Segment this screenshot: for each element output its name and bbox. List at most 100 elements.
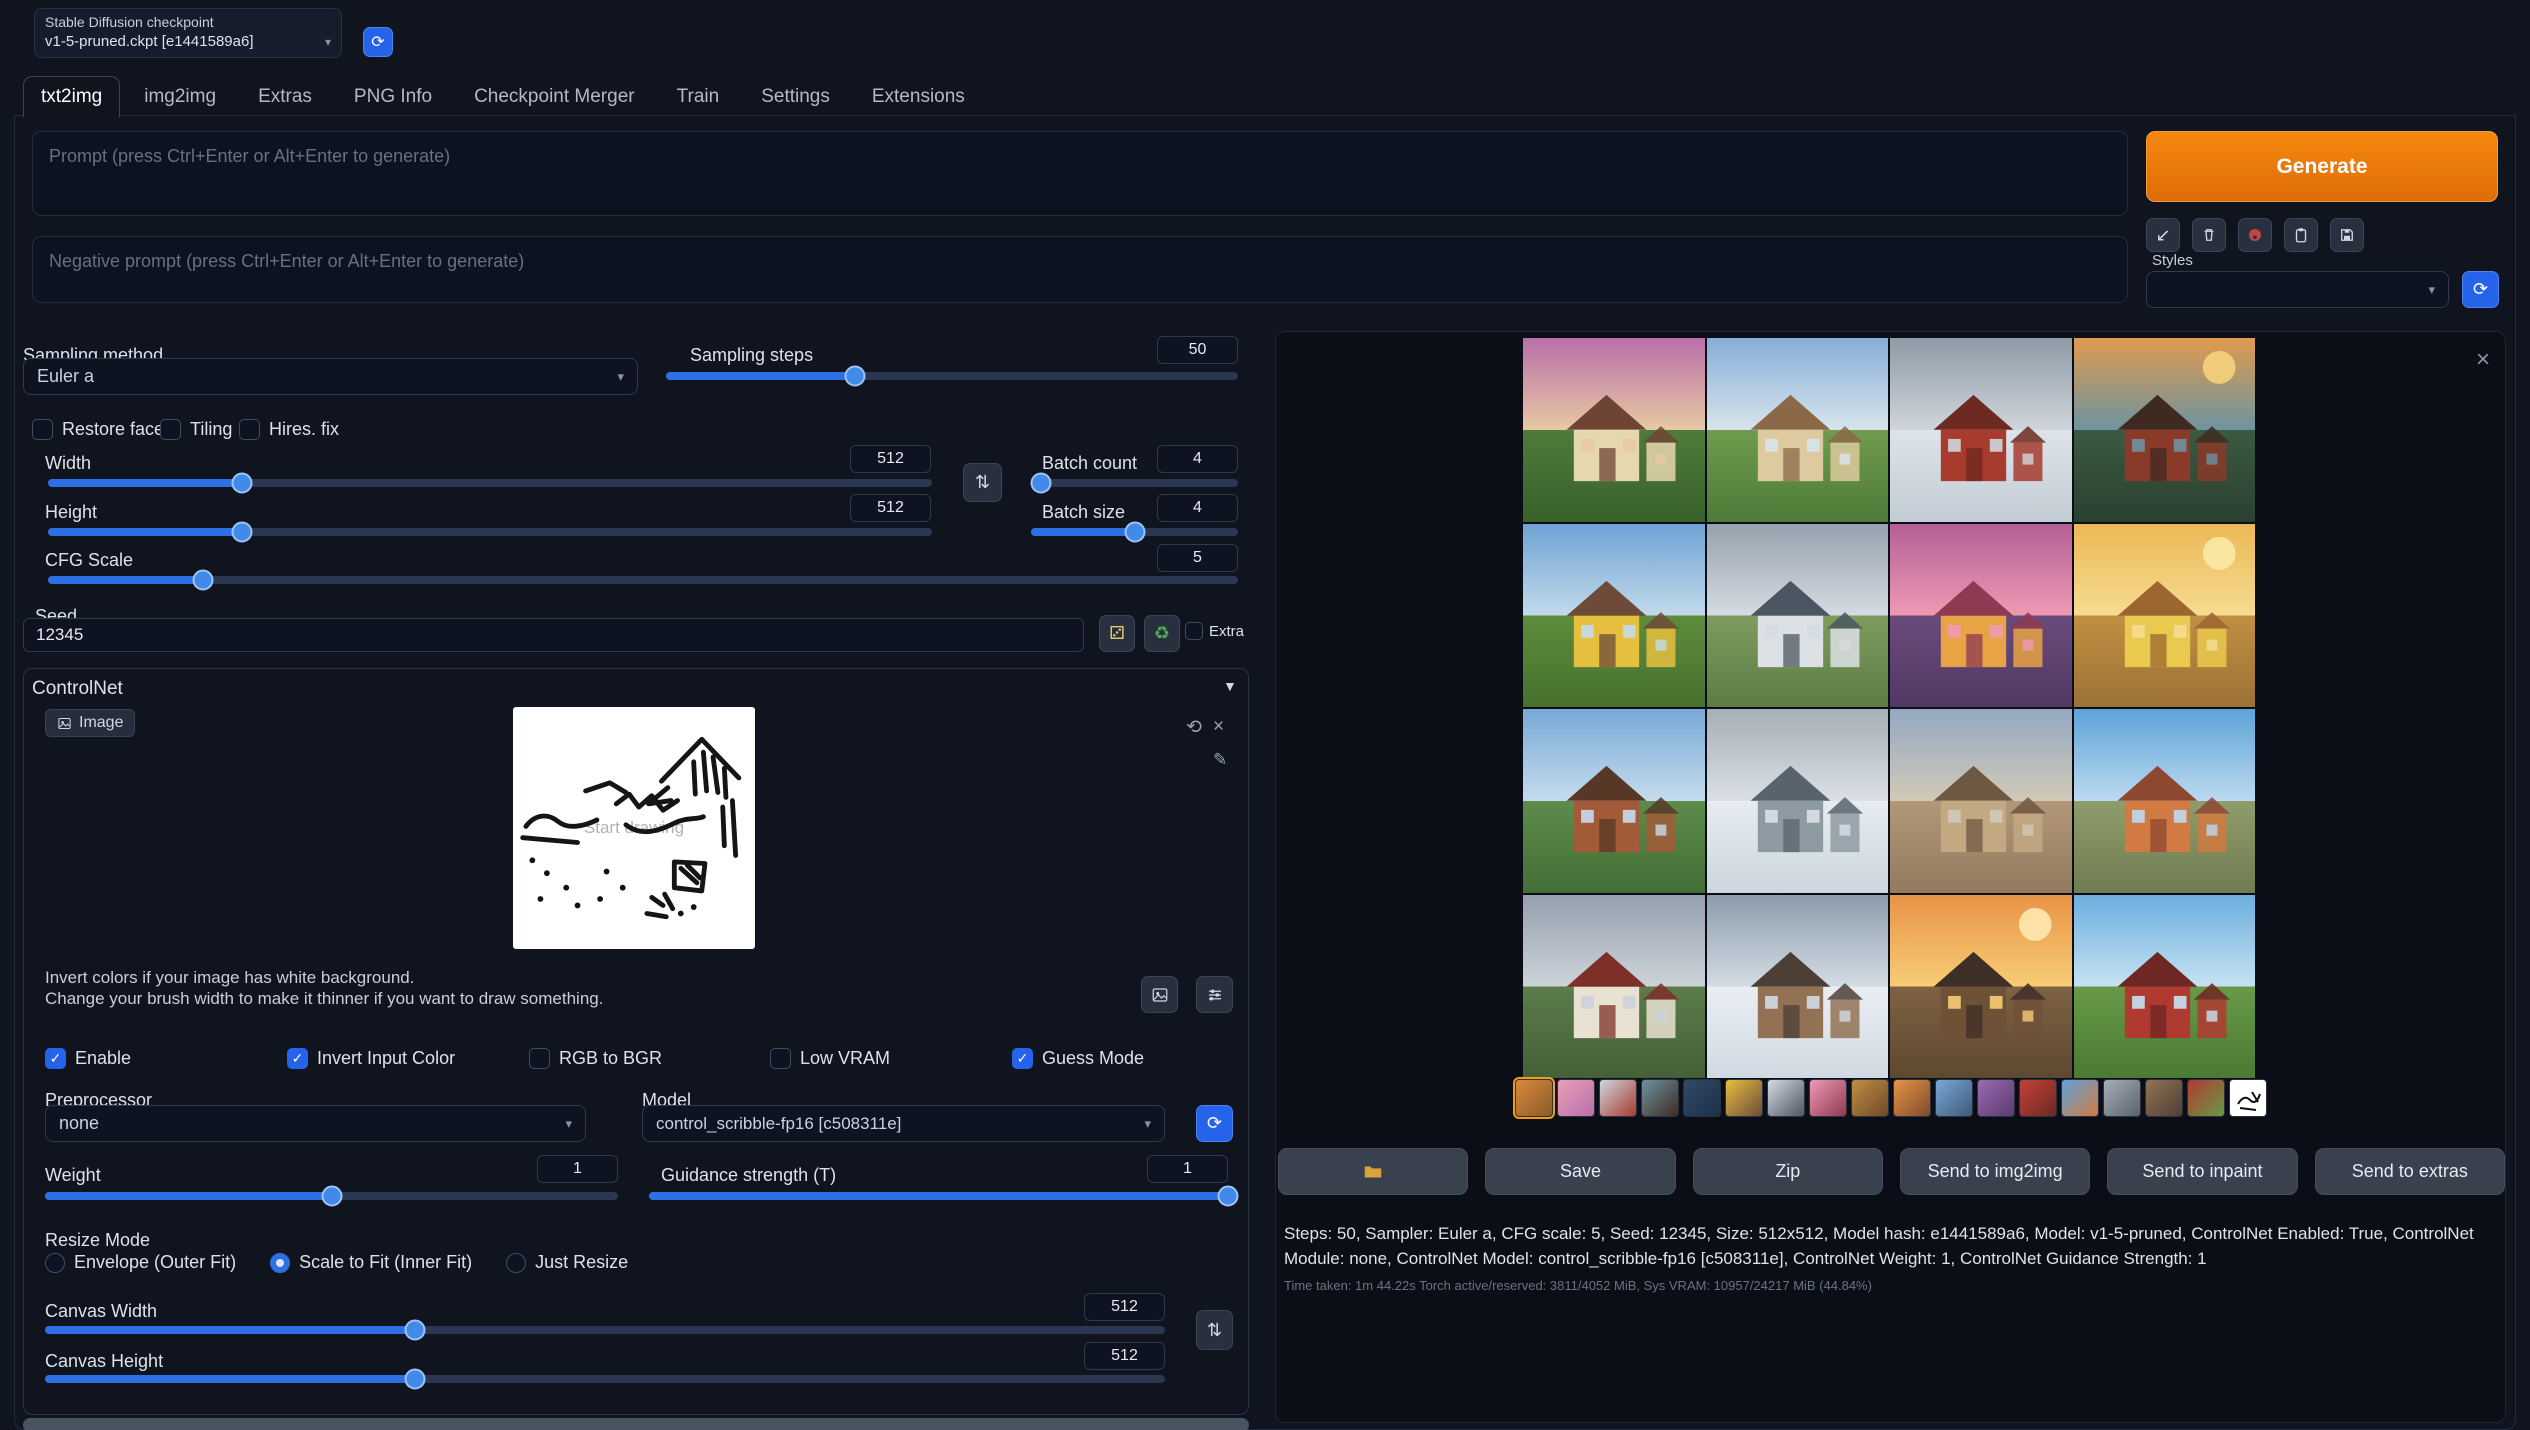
collapse-icon[interactable]: ▼ (1223, 678, 1237, 694)
brush-icon[interactable]: ✎ (1213, 750, 1227, 770)
gallery-thumbnail[interactable] (2187, 1079, 2225, 1117)
gallery-image[interactable] (1523, 338, 1705, 522)
undo-icon[interactable]: ⟲ (1186, 716, 1202, 739)
gallery-thumbnail[interactable] (1725, 1079, 1763, 1117)
width-value[interactable]: 512 (850, 445, 931, 473)
resize-mode-scale-to-fit[interactable]: Scale to Fit (Inner Fit) (270, 1252, 472, 1273)
gallery-thumbnail[interactable] (1893, 1079, 1931, 1117)
canvas-height-slider[interactable] (45, 1375, 1165, 1383)
gallery-thumbnail[interactable] (1683, 1079, 1721, 1117)
send-to-img2img-button[interactable]: Send to img2img (1900, 1148, 2090, 1195)
gallery-image[interactable] (1890, 524, 2072, 708)
send-to-inpaint-button[interactable]: Send to inpaint (2107, 1148, 2297, 1195)
resize-mode-just-resize[interactable]: Just Resize (506, 1252, 628, 1273)
slider-knob[interactable] (192, 570, 213, 591)
cfg-scale-value[interactable]: 5 (1157, 544, 1238, 572)
gallery-thumbnail[interactable] (2061, 1079, 2099, 1117)
low-vram-checkbox[interactable]: Low VRAM (770, 1048, 890, 1069)
gallery-image[interactable] (1890, 338, 2072, 522)
gallery-thumbnail[interactable] (2145, 1079, 2183, 1117)
slider-knob[interactable] (844, 366, 865, 387)
model-refresh-button[interactable]: ⟳ (1196, 1105, 1233, 1142)
gallery-thumbnail[interactable] (1641, 1079, 1679, 1117)
gallery-image[interactable] (1523, 895, 1705, 1079)
gallery-thumbnail[interactable] (1599, 1079, 1637, 1117)
restore-faces-checkbox[interactable]: Restore faces (32, 419, 173, 440)
gallery-thumbnail[interactable] (1977, 1079, 2015, 1117)
reuse-seed-button[interactable]: ♻ (1144, 615, 1180, 652)
tiling-checkbox[interactable]: Tiling (160, 419, 232, 440)
gallery-image[interactable] (2074, 709, 2256, 893)
hires-fix-checkbox[interactable]: Hires. fix (239, 419, 339, 440)
gallery-thumbnail[interactable] (1557, 1079, 1595, 1117)
gallery-thumbnail[interactable] (1935, 1079, 1973, 1117)
slider-knob[interactable] (1124, 522, 1145, 543)
gallery-image[interactable] (2074, 895, 2256, 1079)
new-canvas-button[interactable] (1141, 976, 1178, 1013)
copy-style-button[interactable] (2284, 218, 2318, 252)
checkpoint-refresh-button[interactable]: ⟳ (363, 27, 393, 57)
save-button[interactable]: Save (1485, 1148, 1675, 1195)
height-value[interactable]: 512 (850, 494, 931, 522)
gallery-image[interactable] (1890, 895, 2072, 1079)
gallery-thumbnail[interactable] (2103, 1079, 2141, 1117)
gallery-thumbnail[interactable] (2019, 1079, 2057, 1117)
tab-png-info[interactable]: PNG Info (336, 76, 450, 118)
tab-checkpoint-merger[interactable]: Checkpoint Merger (456, 76, 653, 118)
tab-extras[interactable]: Extras (240, 76, 330, 118)
tab-img2img[interactable]: img2img (126, 76, 234, 118)
prompt-input[interactable] (32, 131, 2128, 216)
checkpoint-selector[interactable]: Stable Diffusion checkpoint v1-5-pruned.… (34, 8, 342, 58)
preprocessor-dropdown[interactable]: none ▾ (45, 1105, 586, 1142)
guess-mode-checkbox[interactable]: Guess Mode (1012, 1048, 1144, 1069)
width-slider[interactable] (48, 479, 932, 487)
collapsed-script-bar[interactable] (23, 1418, 1249, 1430)
gallery-thumbnail[interactable] (1851, 1079, 1889, 1117)
weight-slider[interactable] (45, 1192, 618, 1200)
gallery-image[interactable] (2074, 338, 2256, 522)
extra-seed-checkbox[interactable]: Extra (1185, 622, 1244, 640)
sampling-steps-slider[interactable] (666, 372, 1238, 380)
apply-style-button[interactable] (2238, 218, 2272, 252)
gallery-image[interactable] (1707, 524, 1889, 708)
slider-knob[interactable] (404, 1369, 425, 1390)
gallery-thumbnail[interactable] (1809, 1079, 1847, 1117)
swap-width-height-button[interactable]: ⇅ (963, 463, 1002, 502)
gallery-image[interactable] (2074, 524, 2256, 708)
clear-prompt-button[interactable] (2192, 218, 2226, 252)
guidance-strength-slider[interactable] (649, 1192, 1228, 1200)
zip-button[interactable]: Zip (1693, 1148, 1883, 1195)
batch-count-value[interactable]: 4 (1157, 445, 1238, 473)
controlnet-enable-checkbox[interactable]: Enable (45, 1048, 131, 1069)
tab-train[interactable]: Train (659, 76, 738, 118)
close-gallery-icon[interactable]: × (2476, 346, 2490, 374)
gallery-thumbnail[interactable] (1767, 1079, 1805, 1117)
guidance-strength-value[interactable]: 1 (1147, 1155, 1228, 1183)
clear-canvas-icon[interactable]: × (1213, 716, 1224, 738)
batch-size-value[interactable]: 4 (1157, 494, 1238, 522)
weight-value[interactable]: 1 (537, 1155, 618, 1183)
paste-params-button[interactable]: ↙ (2146, 218, 2180, 252)
canvas-width-slider[interactable] (45, 1326, 1165, 1334)
generate-button[interactable]: Generate (2146, 131, 2498, 202)
canvas-height-value[interactable]: 512 (1084, 1342, 1165, 1370)
slider-knob[interactable] (404, 1320, 425, 1341)
styles-dropdown[interactable]: ▾ (2146, 271, 2449, 308)
canvas-width-value[interactable]: 512 (1084, 1293, 1165, 1321)
send-to-extras-button[interactable]: Send to extras (2315, 1148, 2505, 1195)
invert-input-color-checkbox[interactable]: Invert Input Color (287, 1048, 455, 1069)
controlnet-model-dropdown[interactable]: control_scribble-fp16 [c508311e] ▾ (642, 1105, 1165, 1142)
tab-settings[interactable]: Settings (743, 76, 848, 118)
gallery-image[interactable] (1523, 709, 1705, 893)
controlnet-canvas[interactable]: Start drawing (513, 707, 755, 949)
height-slider[interactable] (48, 528, 932, 536)
sampling-method-dropdown[interactable]: Euler a ▾ (23, 358, 638, 395)
gallery-thumbnail[interactable] (2229, 1079, 2267, 1117)
gallery-image[interactable] (1707, 895, 1889, 1079)
seed-input[interactable]: 12345 (23, 618, 1084, 652)
resize-mode-envelope[interactable]: Envelope (Outer Fit) (45, 1252, 236, 1273)
open-folder-button[interactable] (1278, 1148, 1468, 1195)
slider-knob[interactable] (321, 1186, 342, 1207)
random-seed-button[interactable]: ⚂ (1099, 615, 1135, 652)
gallery-image[interactable] (1890, 709, 2072, 893)
